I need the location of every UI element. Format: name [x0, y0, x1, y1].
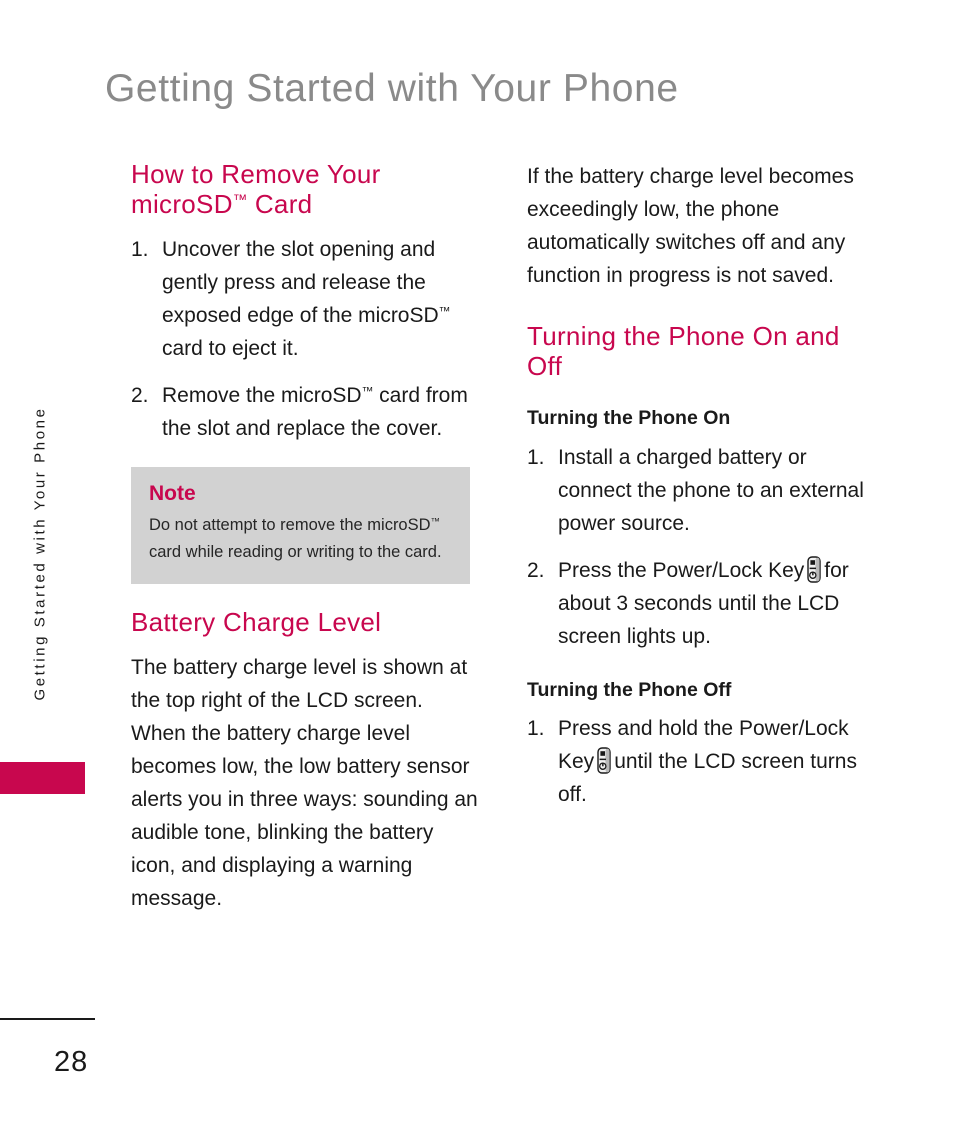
chapter-tab-marker: [0, 762, 85, 794]
power-lock-key-icon: [807, 555, 821, 583]
list-marker: 1.: [527, 717, 545, 741]
heading-how-to-remove-microsd: How to Remove Your microSD™ Card: [131, 159, 481, 219]
subheading-turning-phone-off: Turning the Phone Off: [527, 678, 732, 701]
turning-phone-on-steps: 1. Install a charged battery or connect t…: [527, 441, 877, 653]
heading-line-1: How to Remove Your: [131, 159, 381, 189]
subheading-turning-phone-on: Turning the Phone On: [527, 407, 731, 430]
trademark-icon: ™: [430, 516, 440, 527]
trademark-icon: ™: [361, 385, 374, 399]
list-marker: 1.: [527, 445, 545, 469]
heading-turning-phone-on-and-off: Turning the Phone On and Off: [527, 321, 877, 381]
heading-line-2-pre: microSD: [131, 188, 233, 219]
heading-line-2: Off: [527, 350, 563, 381]
list-item: 1. Uncover the slot opening and gently pr…: [131, 233, 481, 365]
note-title: Note: [149, 482, 196, 506]
list-marker: 2.: [131, 384, 149, 408]
side-running-tab: Getting Started with Your Phone: [0, 350, 92, 794]
turning-phone-off-steps: 1. Press and hold the Power/Lock Key until…: [527, 712, 877, 811]
power-lock-key-icon: [597, 747, 611, 774]
list-item: 1. Install a charged battery or connect t…: [527, 441, 877, 540]
list-item-text-post: card to eject it.: [162, 337, 299, 361]
right-column: If the battery charge level becomes exce…: [527, 160, 877, 825]
note-callout-box: Note Do not attempt to remove the microS…: [131, 467, 470, 584]
list-item: 1. Press and hold the Power/Lock Key until…: [527, 712, 877, 811]
left-column: How to Remove Your microSD™ Card 1. Uncov…: [131, 159, 481, 919]
page-number: 28: [54, 1046, 89, 1078]
note-text-post: card while reading or writing to the car…: [149, 542, 442, 561]
list-marker: 1.: [131, 238, 149, 262]
trademark-icon: ™: [438, 305, 451, 319]
list-item: 2. Remove the microSD™ card from the slot…: [131, 379, 481, 445]
heading-battery-charge-level: Battery Charge Level: [131, 606, 382, 637]
list-item-text: Install a charged battery or connect the…: [558, 445, 864, 535]
list-item: 2. Press the Power/Lock Key for about 3 se…: [527, 554, 877, 653]
page-title: Getting Started with Your Phone: [105, 67, 679, 110]
microsd-removal-steps: 1. Uncover the slot opening and gently pr…: [131, 233, 481, 445]
heading-line-1: Turning the Phone On and: [527, 321, 840, 351]
side-running-head-label: Getting Started with Your Phone: [31, 406, 49, 701]
note-text-pre: Do not attempt to remove the microSD: [149, 515, 431, 534]
heading-line-2-post: Card: [247, 188, 313, 219]
footer-divider: [0, 1018, 95, 1020]
note-body-text: Do not attempt to remove the microSD™ ca…: [149, 512, 452, 566]
battery-charge-level-body: The battery charge level is shown at the…: [131, 656, 478, 911]
battery-low-intro-body: If the battery charge level becomes exce…: [527, 165, 854, 287]
list-item-text-pre: Remove the microSD: [162, 384, 362, 408]
list-item-text-pre: Press the Power/Lock Key: [558, 558, 805, 582]
list-marker: 2.: [527, 558, 545, 582]
trademark-icon: ™: [232, 192, 248, 209]
list-item-text-pre: Uncover the slot opening and gently pres…: [162, 238, 439, 328]
